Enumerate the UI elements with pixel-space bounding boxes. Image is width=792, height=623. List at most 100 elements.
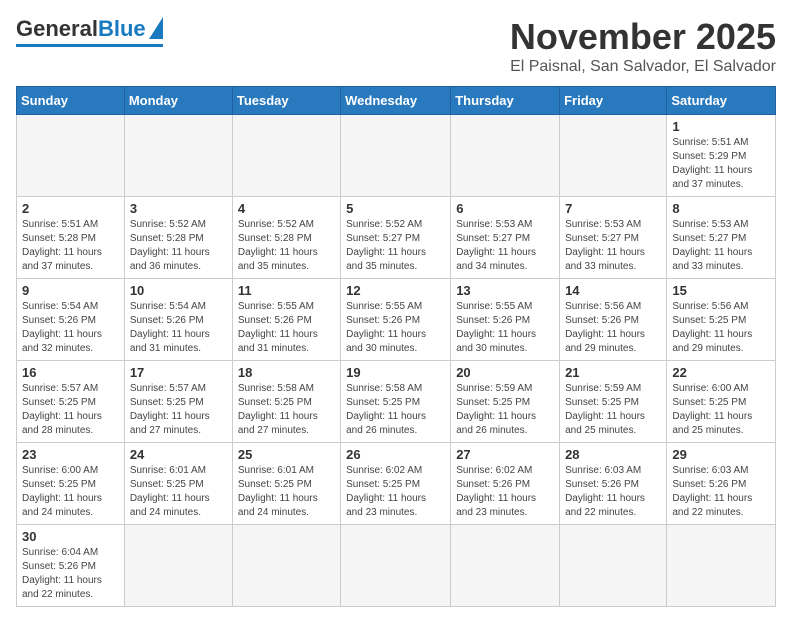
- calendar-day-cell: 3 Sunrise: 5:52 AM Sunset: 5:28 PM Daylig…: [124, 197, 232, 279]
- calendar-week-row: 9 Sunrise: 5:54 AM Sunset: 5:26 PM Daylig…: [17, 279, 776, 361]
- day-number: 18: [238, 365, 335, 380]
- day-info: Sunrise: 5:56 AM Sunset: 5:25 PM Dayligh…: [672, 300, 770, 356]
- day-number: 24: [130, 447, 227, 462]
- calendar-day-cell: 11Sunrise: 5:55 AM Sunset: 5:26 PM Dayli…: [232, 279, 340, 361]
- day-number: 27: [456, 447, 554, 462]
- calendar-week-row: 2Sunrise: 5:51 AM Sunset: 5:28 PM Daylig…: [17, 197, 776, 279]
- day-number: 29: [672, 447, 770, 462]
- calendar-day-cell: 17Sunrise: 5:57 AM Sunset: 5:25 PM Dayli…: [124, 361, 232, 443]
- location-title: El Paisnal, San Salvador, El Salvador: [510, 58, 776, 76]
- day-info: Sunrise: 5:51 AM Sunset: 5:29 PM Dayligh…: [672, 136, 770, 192]
- calendar-day-cell: [341, 115, 451, 197]
- weekday-header-cell: Monday: [124, 87, 232, 115]
- weekday-header-cell: Wednesday: [341, 87, 451, 115]
- day-info: Sunrise: 6:00 AM Sunset: 5:25 PM Dayligh…: [672, 382, 770, 438]
- day-number: 12: [346, 283, 445, 298]
- day-info: Sunrise: 5:51 AM Sunset: 5:28 PM Dayligh…: [22, 218, 119, 274]
- day-info: Sunrise: 6:03 AM Sunset: 5:26 PM Dayligh…: [565, 464, 661, 520]
- calendar-day-cell: 24Sunrise: 6:01 AM Sunset: 5:25 PM Dayli…: [124, 443, 232, 525]
- calendar-day-cell: 6Sunrise: 5:53 AM Sunset: 5:27 PM Daylig…: [451, 197, 560, 279]
- calendar-table: SundayMondayTuesdayWednesdayThursdayFrid…: [16, 86, 776, 607]
- logo-blue-text: Blue: [98, 16, 146, 42]
- day-info: Sunrise: 5:55 AM Sunset: 5:26 PM Dayligh…: [346, 300, 445, 356]
- weekday-header-row: SundayMondayTuesdayWednesdayThursdayFrid…: [17, 87, 776, 115]
- calendar-day-cell: 21Sunrise: 5:59 AM Sunset: 5:25 PM Dayli…: [560, 361, 667, 443]
- calendar-day-cell: 19 Sunrise: 5:58 AM Sunset: 5:25 PM Dayli…: [341, 361, 451, 443]
- weekday-header-cell: Tuesday: [232, 87, 340, 115]
- calendar-day-cell: 14Sunrise: 5:56 AM Sunset: 5:26 PM Dayli…: [560, 279, 667, 361]
- calendar-day-cell: [232, 115, 340, 197]
- day-info: Sunrise: 6:00 AM Sunset: 5:25 PM Dayligh…: [22, 464, 119, 520]
- day-number: 30: [22, 529, 119, 544]
- day-number: 16: [22, 365, 119, 380]
- calendar-day-cell: 1 Sunrise: 5:51 AM Sunset: 5:29 PM Daylig…: [667, 115, 776, 197]
- day-number: 26: [346, 447, 445, 462]
- day-number: 13: [456, 283, 554, 298]
- day-info: Sunrise: 5:59 AM Sunset: 5:25 PM Dayligh…: [456, 382, 554, 438]
- calendar-day-cell: [232, 525, 340, 607]
- calendar-day-cell: [451, 115, 560, 197]
- day-info: Sunrise: 6:02 AM Sunset: 5:25 PM Dayligh…: [346, 464, 445, 520]
- logo-underline: [16, 44, 163, 47]
- title-block: November 2025 El Paisnal, San Salvador, …: [510, 16, 776, 76]
- day-info: Sunrise: 5:55 AM Sunset: 5:26 PM Dayligh…: [456, 300, 554, 356]
- day-info: Sunrise: 6:04 AM Sunset: 5:26 PM Dayligh…: [22, 546, 119, 602]
- calendar-day-cell: [560, 525, 667, 607]
- calendar-day-cell: 29 Sunrise: 6:03 AM Sunset: 5:26 PM Dayli…: [667, 443, 776, 525]
- calendar-day-cell: 13 Sunrise: 5:55 AM Sunset: 5:26 PM Dayli…: [451, 279, 560, 361]
- calendar-day-cell: 23Sunrise: 6:00 AM Sunset: 5:25 PM Dayli…: [17, 443, 125, 525]
- weekday-header-cell: Saturday: [667, 87, 776, 115]
- day-info: Sunrise: 6:03 AM Sunset: 5:26 PM Dayligh…: [672, 464, 770, 520]
- calendar-day-cell: 9 Sunrise: 5:54 AM Sunset: 5:26 PM Daylig…: [17, 279, 125, 361]
- day-info: Sunrise: 5:54 AM Sunset: 5:26 PM Dayligh…: [22, 300, 119, 356]
- day-number: 1: [672, 119, 770, 134]
- calendar-day-cell: [17, 115, 125, 197]
- day-info: Sunrise: 5:57 AM Sunset: 5:25 PM Dayligh…: [22, 382, 119, 438]
- calendar-day-cell: [451, 525, 560, 607]
- day-number: 14: [565, 283, 661, 298]
- day-info: Sunrise: 5:58 AM Sunset: 5:25 PM Dayligh…: [238, 382, 335, 438]
- logo: General Blue: [16, 16, 163, 47]
- calendar-day-cell: [124, 115, 232, 197]
- day-number: 20: [456, 365, 554, 380]
- day-info: Sunrise: 5:58 AM Sunset: 5:25 PM Dayligh…: [346, 382, 445, 438]
- day-number: 5: [346, 201, 445, 216]
- day-number: 3: [130, 201, 227, 216]
- calendar-day-cell: 28Sunrise: 6:03 AM Sunset: 5:26 PM Dayli…: [560, 443, 667, 525]
- day-info: Sunrise: 5:52 AM Sunset: 5:28 PM Dayligh…: [238, 218, 335, 274]
- day-number: 25: [238, 447, 335, 462]
- calendar-week-row: 23Sunrise: 6:00 AM Sunset: 5:25 PM Dayli…: [17, 443, 776, 525]
- month-title: November 2025: [510, 16, 776, 58]
- day-number: 8: [672, 201, 770, 216]
- calendar-day-cell: 4 Sunrise: 5:52 AM Sunset: 5:28 PM Daylig…: [232, 197, 340, 279]
- calendar-day-cell: 27 Sunrise: 6:02 AM Sunset: 5:26 PM Dayli…: [451, 443, 560, 525]
- day-info: Sunrise: 5:57 AM Sunset: 5:25 PM Dayligh…: [130, 382, 227, 438]
- logo-triangle-icon: [149, 17, 163, 39]
- day-info: Sunrise: 5:53 AM Sunset: 5:27 PM Dayligh…: [565, 218, 661, 274]
- header: General Blue November 2025 El Paisnal, S…: [16, 16, 776, 76]
- day-number: 11: [238, 283, 335, 298]
- calendar-day-cell: [124, 525, 232, 607]
- calendar-day-cell: 20 Sunrise: 5:59 AM Sunset: 5:25 PM Dayli…: [451, 361, 560, 443]
- logo-general-text: General: [16, 16, 98, 42]
- day-info: Sunrise: 5:54 AM Sunset: 5:26 PM Dayligh…: [130, 300, 227, 356]
- calendar-day-cell: [667, 525, 776, 607]
- day-info: Sunrise: 6:01 AM Sunset: 5:25 PM Dayligh…: [238, 464, 335, 520]
- day-number: 21: [565, 365, 661, 380]
- calendar-day-cell: 7Sunrise: 5:53 AM Sunset: 5:27 PM Daylig…: [560, 197, 667, 279]
- day-number: 10: [130, 283, 227, 298]
- calendar-day-cell: [560, 115, 667, 197]
- day-number: 19: [346, 365, 445, 380]
- calendar-week-row: 30 Sunrise: 6:04 AM Sunset: 5:26 PM Dayli…: [17, 525, 776, 607]
- day-number: 4: [238, 201, 335, 216]
- weekday-header-cell: Friday: [560, 87, 667, 115]
- calendar-week-row: 1 Sunrise: 5:51 AM Sunset: 5:29 PM Daylig…: [17, 115, 776, 197]
- day-info: Sunrise: 6:02 AM Sunset: 5:26 PM Dayligh…: [456, 464, 554, 520]
- calendar-week-row: 16 Sunrise: 5:57 AM Sunset: 5:25 PM Dayli…: [17, 361, 776, 443]
- calendar-day-cell: 12 Sunrise: 5:55 AM Sunset: 5:26 PM Dayli…: [341, 279, 451, 361]
- day-number: 9: [22, 283, 119, 298]
- calendar-day-cell: 16 Sunrise: 5:57 AM Sunset: 5:25 PM Dayli…: [17, 361, 125, 443]
- calendar-day-cell: 5Sunrise: 5:52 AM Sunset: 5:27 PM Daylig…: [341, 197, 451, 279]
- calendar-day-cell: 30 Sunrise: 6:04 AM Sunset: 5:26 PM Dayli…: [17, 525, 125, 607]
- day-info: Sunrise: 5:52 AM Sunset: 5:28 PM Dayligh…: [130, 218, 227, 274]
